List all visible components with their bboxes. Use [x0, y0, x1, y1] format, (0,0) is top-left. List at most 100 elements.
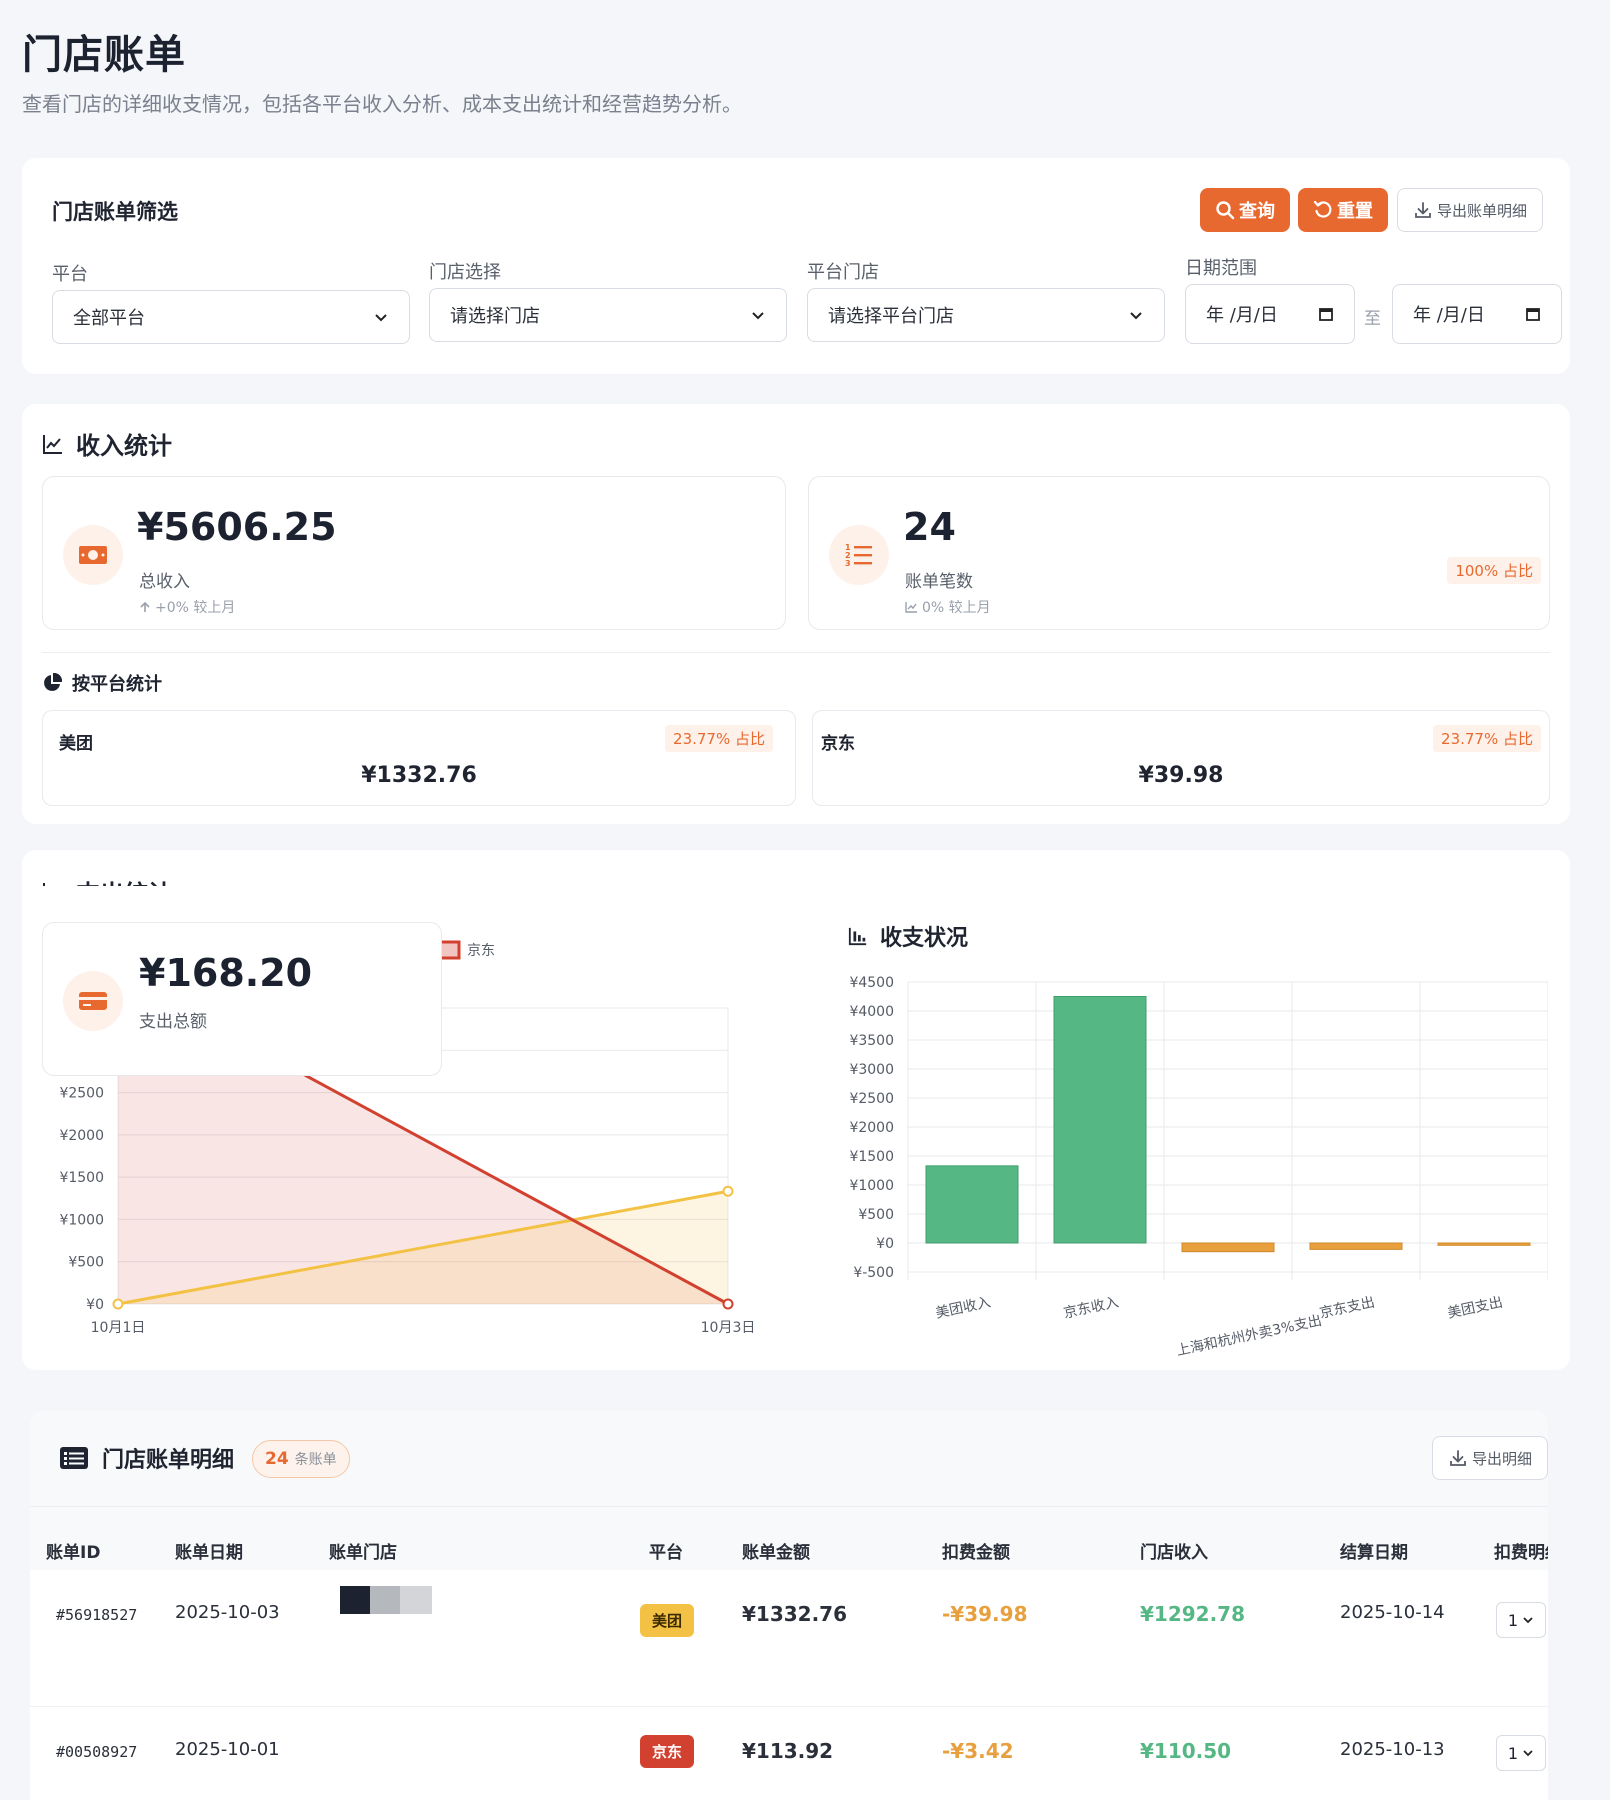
credit-card-icon: [63, 971, 123, 1031]
platform-tag: 京东: [640, 1735, 695, 1768]
query-button[interactable]: 查询: [1200, 188, 1290, 232]
y-tick-label: ¥4000: [849, 1004, 894, 1020]
col-header-date: 账单日期: [175, 1543, 243, 1563]
table-row: #00508927 2025-10-01 京东 ¥113.92 -¥3.42 ¥…: [30, 1706, 1548, 1800]
y-tick-label: ¥500: [68, 1255, 104, 1271]
store-income: ¥110.50: [1140, 1739, 1232, 1763]
x-tick-label: 美团收入: [934, 1294, 992, 1321]
legend-label: 京东: [467, 943, 495, 959]
y-tick-label: ¥1500: [59, 1170, 104, 1186]
line-chart-icon: [43, 434, 62, 454]
query-label: 查询: [1239, 201, 1275, 222]
income-expense-bar-chart: ¥-500 ¥0 ¥500 ¥1000 ¥1500 ¥2000 ¥2500 ¥3000 ¥350…: [849, 975, 1548, 1359]
download-icon: [1415, 202, 1431, 218]
col-header-store: 账单门店: [329, 1543, 397, 1563]
reset-button[interactable]: 重置: [1298, 188, 1388, 232]
settle-date: 2025-10-14: [1340, 1602, 1445, 1623]
platform-store-select[interactable]: 请选择平台门店: [807, 288, 1165, 342]
fee-detail-select[interactable]: 1: [1496, 1735, 1546, 1771]
col-header-fee: 扣费金额: [942, 1543, 1010, 1563]
fee-detail-value: 1: [1507, 1743, 1519, 1763]
export-bill-button[interactable]: 导出账单明细: [1397, 188, 1543, 232]
x-tick-label: 10月3日: [701, 1320, 756, 1336]
bill-amount: ¥113.92: [742, 1739, 834, 1763]
calendar-icon: [1319, 308, 1333, 321]
details-count-unit: 条账单: [294, 1452, 337, 1468]
bill-amount: ¥1332.76: [742, 1602, 848, 1626]
bar[interactable]: [1053, 996, 1147, 1244]
bill-date: 2025-10-03: [175, 1602, 280, 1623]
bill-id: #56918527: [56, 1606, 138, 1624]
platform-card-meituan: 美团 23.77% 占比 ¥1332.76: [42, 710, 796, 806]
income-expense-bar-panel: 收支状况 ¥-500 ¥0 ¥500 ¥1000 ¥1500 ¥2000 ¥2500 ¥300…: [820, 886, 1548, 1370]
table-header-divider: [30, 1506, 1548, 1507]
filter-card: 门店账单筛选 查询 重置 导出账单明细 平台 全部平台 门店选择 请选择门店 平…: [22, 158, 1570, 374]
details-title: 门店账单明细: [60, 1442, 234, 1474]
data-point[interactable]: [722, 1298, 734, 1310]
details-title-text: 门店账单明细: [102, 1448, 235, 1473]
platform-select[interactable]: 全部平台: [52, 290, 410, 344]
y-tick-label: ¥2000: [59, 1128, 104, 1144]
store-income: ¥1292.78: [1140, 1602, 1246, 1626]
store-select-value: 请选择门店: [450, 306, 540, 327]
y-tick-label: ¥2500: [849, 1091, 894, 1107]
expense-total-box: ¥168.20 支出总额: [42, 922, 442, 1076]
platform-pct: 23.77% 占比: [1433, 725, 1541, 752]
fee-amount: -¥39.98: [942, 1602, 1028, 1626]
y-tick-label: ¥1000: [59, 1212, 104, 1228]
page-title: 门店账单: [22, 32, 186, 78]
bar[interactable]: [1437, 1242, 1531, 1246]
date-end-input[interactable]: 年 /月/日: [1392, 284, 1562, 344]
y-tick-label: ¥2500: [59, 1086, 104, 1102]
income-card: 收入统计 ¥5606.25 总收入 +0% 较上月 123 24 账单笔数 0%…: [22, 404, 1570, 824]
y-tick-label: ¥3000: [849, 1062, 894, 1078]
col-header-settle: 结算日期: [1340, 1543, 1408, 1563]
bill-date: 2025-10-01: [175, 1739, 280, 1760]
bar[interactable]: [925, 1165, 1019, 1244]
bill-id: #00508927: [56, 1743, 138, 1761]
platform-store-label: 平台门店: [807, 262, 879, 283]
store-select[interactable]: 请选择门店: [429, 288, 787, 342]
y-tick-label: ¥1000: [849, 1178, 894, 1194]
col-header-detail: 扣费明细: [1494, 1543, 1548, 1563]
platform-name: 美团: [59, 734, 93, 754]
fee-detail-select[interactable]: 1: [1496, 1602, 1546, 1638]
bill-count-box: 123 24 账单笔数 0% 较上月 100% 占比: [808, 476, 1550, 630]
pie-chart-icon: [44, 673, 62, 691]
arrow-up-icon: [140, 601, 150, 612]
date-start-value: 年 /月/日: [1206, 305, 1278, 326]
date-end-value: 年 /月/日: [1413, 305, 1485, 326]
y-tick-label: ¥3500: [849, 1033, 894, 1049]
x-tick-label: 美团支出: [1446, 1294, 1504, 1321]
search-icon: [1216, 201, 1235, 220]
page-subtitle: 查看门店的详细收支情况，包括各平台收入分析、成本支出统计和经营趋势分析。: [22, 92, 742, 116]
chevron-down-icon: [752, 312, 764, 320]
by-platform-title: 按平台统计: [42, 670, 162, 696]
chevron-down-icon: [1523, 1750, 1533, 1757]
platform-tag: 美团: [640, 1604, 695, 1637]
bill-count-change: 0% 较上月: [905, 597, 991, 617]
details-count-badge: 24 条账单: [252, 1440, 350, 1478]
col-header-id: 账单ID: [46, 1543, 101, 1563]
y-tick-label: ¥1500: [849, 1149, 894, 1165]
y-tick-label: ¥500: [858, 1207, 894, 1223]
by-platform-title-text: 按平台统计: [72, 674, 162, 695]
chevron-down-icon: [1130, 312, 1142, 320]
y-tick-label: ¥0: [876, 1236, 894, 1252]
date-start-input[interactable]: 年 /月/日: [1185, 284, 1355, 344]
data-point[interactable]: [722, 1185, 734, 1197]
svg-text:3: 3: [845, 559, 851, 568]
bar[interactable]: [1181, 1242, 1275, 1253]
platform-pct: 23.77% 占比: [665, 725, 773, 752]
export-details-button[interactable]: 导出明细: [1432, 1436, 1548, 1480]
date-separator: 至: [1364, 309, 1381, 329]
y-tick-label: ¥4500: [849, 975, 894, 991]
table-row: #56918527 2025-10-03 美团 ¥1332.76 -¥39.98…: [30, 1570, 1548, 1706]
data-point[interactable]: [112, 1298, 124, 1310]
export-details-label: 导出明细: [1471, 1449, 1532, 1468]
bar[interactable]: [1309, 1242, 1403, 1250]
settle-date: 2025-10-13: [1340, 1739, 1445, 1760]
platform-store-select-value: 请选择平台门店: [828, 306, 954, 327]
store-thumbnail: [340, 1586, 432, 1614]
download-icon: [1450, 1450, 1466, 1466]
